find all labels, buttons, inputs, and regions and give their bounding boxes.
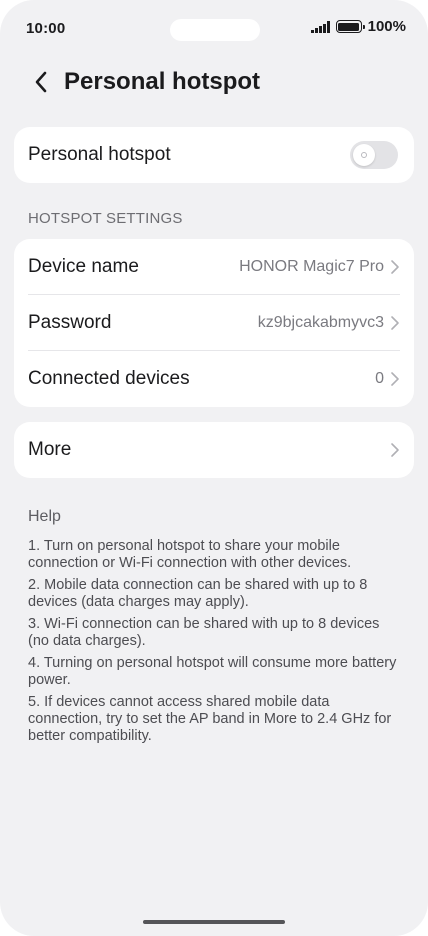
chevron-right-icon xyxy=(391,443,399,457)
hotspot-toggle-row[interactable]: Personal hotspot xyxy=(14,127,414,183)
settings-item-value: kz9bjcakabmyvc3 xyxy=(257,314,384,331)
settings-item-password[interactable]: Password kz9bjcakabmyvc3 xyxy=(14,295,414,351)
help-item: 1. Turn on personal hotspot to share you… xyxy=(28,538,352,571)
hotspot-toggle-label: Personal hotspot xyxy=(28,144,171,165)
help-section: Help 1. Turn on personal hotspot to shar… xyxy=(28,508,402,750)
chevron-left-icon xyxy=(35,71,47,93)
more-label: More xyxy=(28,439,72,460)
camera-cutout xyxy=(170,19,260,41)
settings-item-label: Device name xyxy=(28,256,139,277)
settings-item-value: 0 xyxy=(375,370,384,387)
settings-item-device-name[interactable]: Device name HONOR Magic7 Pro xyxy=(14,239,414,295)
settings-item-label: Password xyxy=(28,312,112,333)
more-card: More xyxy=(14,422,414,478)
home-indicator[interactable] xyxy=(143,920,285,924)
settings-item-value: HONOR Magic7 Pro xyxy=(239,258,384,275)
chevron-right-icon xyxy=(391,316,399,330)
help-title: Help xyxy=(28,508,61,525)
hotspot-toggle-card: Personal hotspot xyxy=(14,127,414,183)
more-row[interactable]: More xyxy=(14,422,414,478)
back-button[interactable] xyxy=(16,58,66,106)
battery-icon xyxy=(335,20,365,33)
settings-item-label: Connected devices xyxy=(28,368,190,389)
hotspot-toggle-switch[interactable] xyxy=(350,141,398,169)
chevron-right-icon xyxy=(391,260,399,274)
hotspot-settings-card: Device name HONOR Magic7 Pro Password kz… xyxy=(14,239,414,407)
battery-percentage: 100% xyxy=(367,18,406,35)
help-item: 4. Turning on personal hotspot will cons… xyxy=(28,655,397,688)
page-title: Personal hotspot xyxy=(64,68,261,95)
toggle-knob xyxy=(353,144,375,166)
status-bar: 10:00 100% xyxy=(0,0,428,58)
settings-item-connected-devices[interactable]: Connected devices 0 xyxy=(14,351,414,407)
status-time: 10:00 xyxy=(26,20,66,37)
status-indicators: 100% xyxy=(311,18,406,35)
help-item: 5. If devices cannot access shared mobil… xyxy=(28,694,392,744)
phone-screen: 10:00 100% Personal hotspot Personal hot… xyxy=(0,0,428,936)
section-header-hotspot-settings: HOTSPOT SETTINGS xyxy=(28,210,183,227)
chevron-right-icon xyxy=(391,372,399,386)
help-item: 3. Wi-Fi connection can be shared with u… xyxy=(28,616,380,649)
signal-icon xyxy=(311,20,330,33)
help-item: 2. Mobile data connection can be shared … xyxy=(28,577,368,610)
app-header: Personal hotspot xyxy=(0,58,428,106)
